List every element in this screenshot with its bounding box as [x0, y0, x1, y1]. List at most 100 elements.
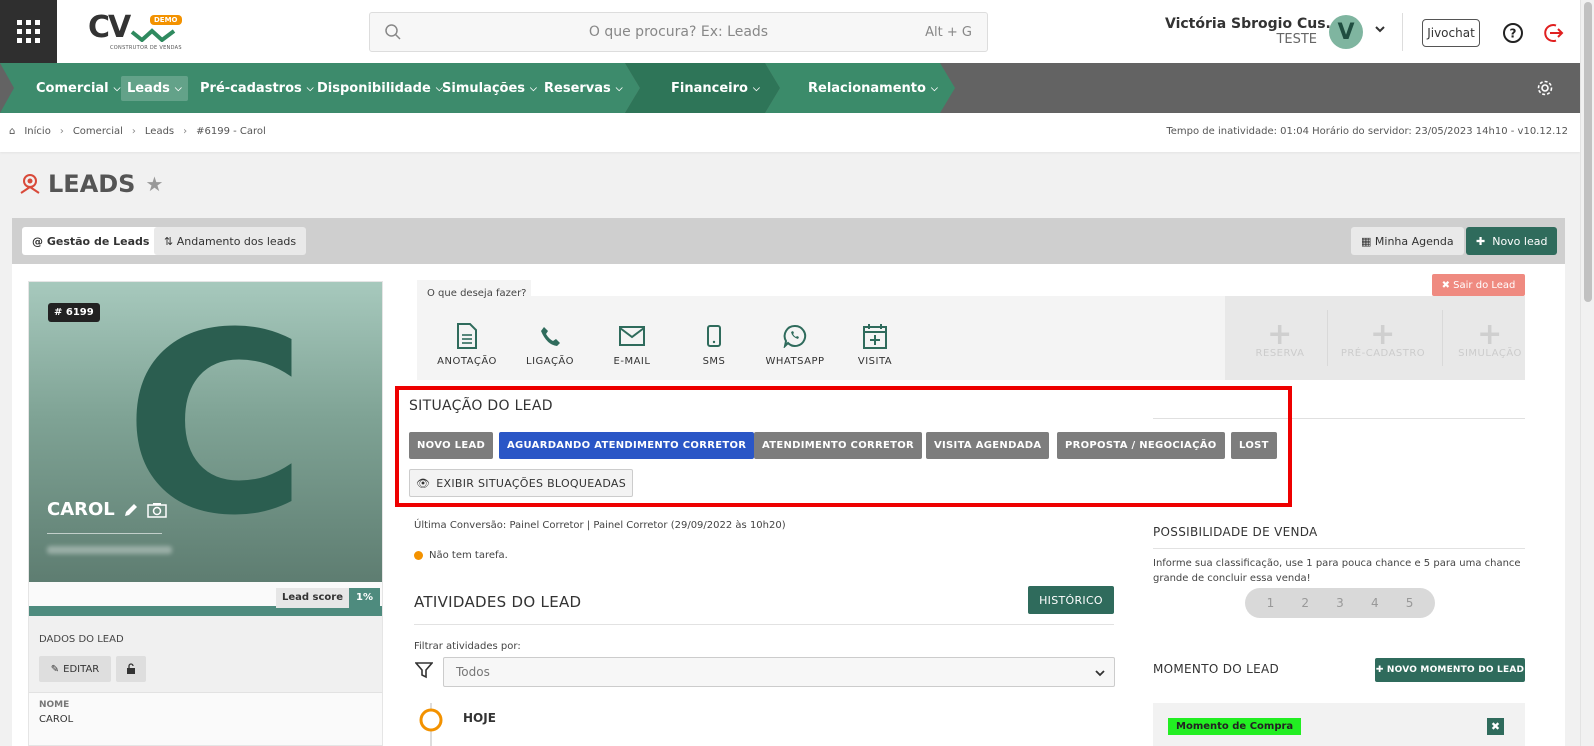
- button-label: NOVO MOMENTO DO LEAD: [1386, 665, 1525, 675]
- lead-email-blurred: [47, 546, 172, 554]
- breadcrumb-item-inicio[interactable]: Início: [24, 126, 50, 137]
- breadcrumb-item-current: #6199 - Carol: [196, 126, 266, 137]
- avatar[interactable]: V: [1329, 15, 1363, 49]
- chevron-down-icon: ⌵: [113, 83, 121, 94]
- logo-badge: DEMO: [150, 15, 182, 25]
- action-visita[interactable]: VISITA: [835, 322, 915, 367]
- action-label: RESERVA: [1255, 348, 1305, 359]
- camera-icon[interactable]: [147, 502, 167, 518]
- scrollbar-thumb[interactable]: [1584, 2, 1592, 302]
- minha-agenda-button[interactable]: ▦ Minha Agenda: [1351, 227, 1464, 255]
- apps-menu-button[interactable]: [0, 0, 57, 63]
- exibir-bloqueadas-button[interactable]: 👁 EXIBIR SITUAÇÕES BLOQUEADAS: [409, 469, 633, 497]
- page-title: LEADS ★: [18, 170, 163, 198]
- leads-panel: @ Gestão de Leads ⇅ Andamento dos leads …: [12, 218, 1565, 746]
- search-bar[interactable]: O que procura? Ex: Leads Alt + G: [369, 12, 988, 52]
- logo-subtitle: CONSTRUTOR DE VENDAS: [110, 45, 182, 51]
- nav-item-pre-cadastros[interactable]: Pré-cadastros ⌵: [194, 76, 320, 101]
- rating-1[interactable]: 1: [1267, 596, 1275, 610]
- nav-item-label: Relacionamento: [808, 81, 926, 96]
- lead-score: Lead score 1%: [276, 588, 380, 608]
- nav-item-reservas[interactable]: Reservas ⌵: [538, 76, 629, 101]
- tab-label: Andamento dos leads: [176, 234, 297, 248]
- nav-item-comercial[interactable]: Comercial ⌵: [30, 76, 126, 101]
- button-label: EXIBIR SITUAÇÕES BLOQUEADAS: [436, 476, 627, 490]
- action-pre-cadastro: + PRÉ-CADASTRO: [1333, 320, 1433, 360]
- action-reserva: + RESERVA: [1230, 320, 1330, 360]
- tarefa-text: Não tem tarefa.: [429, 550, 508, 561]
- chevron-down-icon: ⌵: [752, 83, 760, 94]
- calendar-plus-icon: [863, 324, 887, 349]
- action-label: SMS: [702, 356, 726, 367]
- breadcrumb: ⌂ Início › Comercial › Leads › #6199 - C…: [9, 126, 266, 137]
- nav-item-relacionamento[interactable]: Relacionamento ⌵: [802, 76, 944, 101]
- nav-item-disponibilidade[interactable]: Disponibilidade ⌵: [311, 76, 449, 101]
- actions-prompt: O que deseja fazer?: [417, 280, 531, 306]
- remove-momento-button[interactable]: ✖: [1487, 718, 1504, 735]
- action-ligacao[interactable]: LIGAÇÃO: [510, 322, 590, 367]
- chevron-down-icon[interactable]: [1373, 22, 1387, 36]
- momento-title: MOMENTO DO LEAD: [1153, 662, 1280, 676]
- lead-hero: C # 6199 CAROL: [29, 282, 382, 582]
- logo-text: CV: [88, 10, 131, 45]
- lead-score-value: 1%: [349, 588, 380, 608]
- jivochat-button[interactable]: Jivochat: [1422, 19, 1480, 47]
- tab-gestao-leads[interactable]: @ Gestão de Leads: [22, 227, 160, 255]
- help-icon[interactable]: ?: [1502, 22, 1524, 44]
- button-label: Minha Agenda: [1374, 234, 1454, 248]
- nav-item-label: Leads: [127, 81, 170, 96]
- unlock-button[interactable]: [116, 656, 146, 682]
- breadcrumb-item-leads[interactable]: Leads: [145, 126, 174, 137]
- vertical-scrollbar[interactable]: [1580, 0, 1594, 746]
- rating-3[interactable]: 3: [1336, 596, 1344, 610]
- unlock-icon: [127, 663, 135, 674]
- status-aguardando-atendimento[interactable]: AGUARDANDO ATENDIMENTO CORRETOR: [499, 432, 755, 459]
- status-atendimento-corretor[interactable]: ATENDIMENTO CORRETOR: [754, 432, 923, 459]
- grid-icon: [17, 20, 40, 43]
- breadcrumb-bar: ⌂ Início › Comercial › Leads › #6199 - C…: [0, 113, 1580, 152]
- historico-button[interactable]: HISTÓRICO: [1028, 586, 1114, 614]
- rating-2[interactable]: 2: [1301, 596, 1309, 610]
- plus-icon: +: [1477, 317, 1503, 352]
- lead-score-label: Lead score: [276, 588, 350, 608]
- home-icon: ⌂: [9, 126, 16, 137]
- nav-item-leads[interactable]: Leads ⌵: [121, 76, 188, 101]
- nav-item-label: Pré-cadastros: [200, 81, 302, 96]
- sort-icon: ⇅: [164, 234, 177, 248]
- status-visita-agendada[interactable]: VISITA AGENDADA: [926, 432, 1050, 459]
- tab-andamento-leads[interactable]: ⇅ Andamento dos leads: [154, 227, 307, 255]
- rating-4[interactable]: 4: [1371, 596, 1379, 610]
- star-icon[interactable]: ★: [145, 172, 163, 196]
- page-title-text: LEADS: [48, 170, 136, 198]
- filtro-select[interactable]: Todos: [443, 657, 1115, 687]
- lead-card: C # 6199 CAROL Lead score 1% DADOS DO LE…: [28, 281, 383, 746]
- rating-5[interactable]: 5: [1406, 596, 1414, 610]
- novo-momento-button[interactable]: ✚ NOVO MOMENTO DO LEAD: [1375, 658, 1525, 682]
- pencil-icon[interactable]: [123, 502, 139, 518]
- action-label: ANOTAÇÃO: [437, 356, 497, 367]
- sair-do-lead-button[interactable]: ✖ Sair do Lead: [1432, 274, 1525, 296]
- status-proposta-negociacao[interactable]: PROPOSTA / NEGOCIAÇÃO: [1057, 432, 1225, 459]
- action-sms[interactable]: SMS: [674, 322, 754, 367]
- action-label: LIGAÇÃO: [526, 356, 574, 367]
- logout-icon[interactable]: [1543, 22, 1565, 44]
- edit-lead-button[interactable]: ✎ EDITAR: [39, 656, 111, 682]
- gear-icon[interactable]: [1536, 79, 1554, 97]
- chevron-down-icon: ⌵: [930, 83, 938, 94]
- breadcrumb-item-comercial[interactable]: Comercial: [73, 126, 123, 137]
- situacao-title: SITUAÇÃO DO LEAD: [409, 398, 553, 414]
- logo[interactable]: CV DEMO CONSTRUTOR DE VENDAS: [88, 10, 183, 52]
- user-info[interactable]: Victória Sbrogio Cus... TESTE: [1165, 16, 1342, 47]
- at-icon: @: [32, 234, 47, 248]
- timeline-sun-icon: [419, 703, 443, 746]
- status-novo-lead[interactable]: NOVO LEAD: [409, 432, 494, 459]
- status-lost[interactable]: LOST: [1231, 432, 1277, 459]
- action-whatsapp[interactable]: WHATSAPP: [755, 322, 835, 367]
- action-anotacao[interactable]: ANOTAÇÃO: [427, 322, 507, 367]
- nav-item-simulacoes[interactable]: Simulações ⌵: [436, 76, 543, 101]
- search-placeholder: O que procura? Ex: Leads: [588, 24, 769, 40]
- nav-item-financeiro[interactable]: Financeiro ⌵: [665, 76, 766, 101]
- action-email[interactable]: E-MAIL: [592, 322, 672, 367]
- novo-lead-button[interactable]: ✚ Novo lead: [1466, 227, 1558, 255]
- panel-toolbar: @ Gestão de Leads ⇅ Andamento dos leads …: [12, 218, 1565, 264]
